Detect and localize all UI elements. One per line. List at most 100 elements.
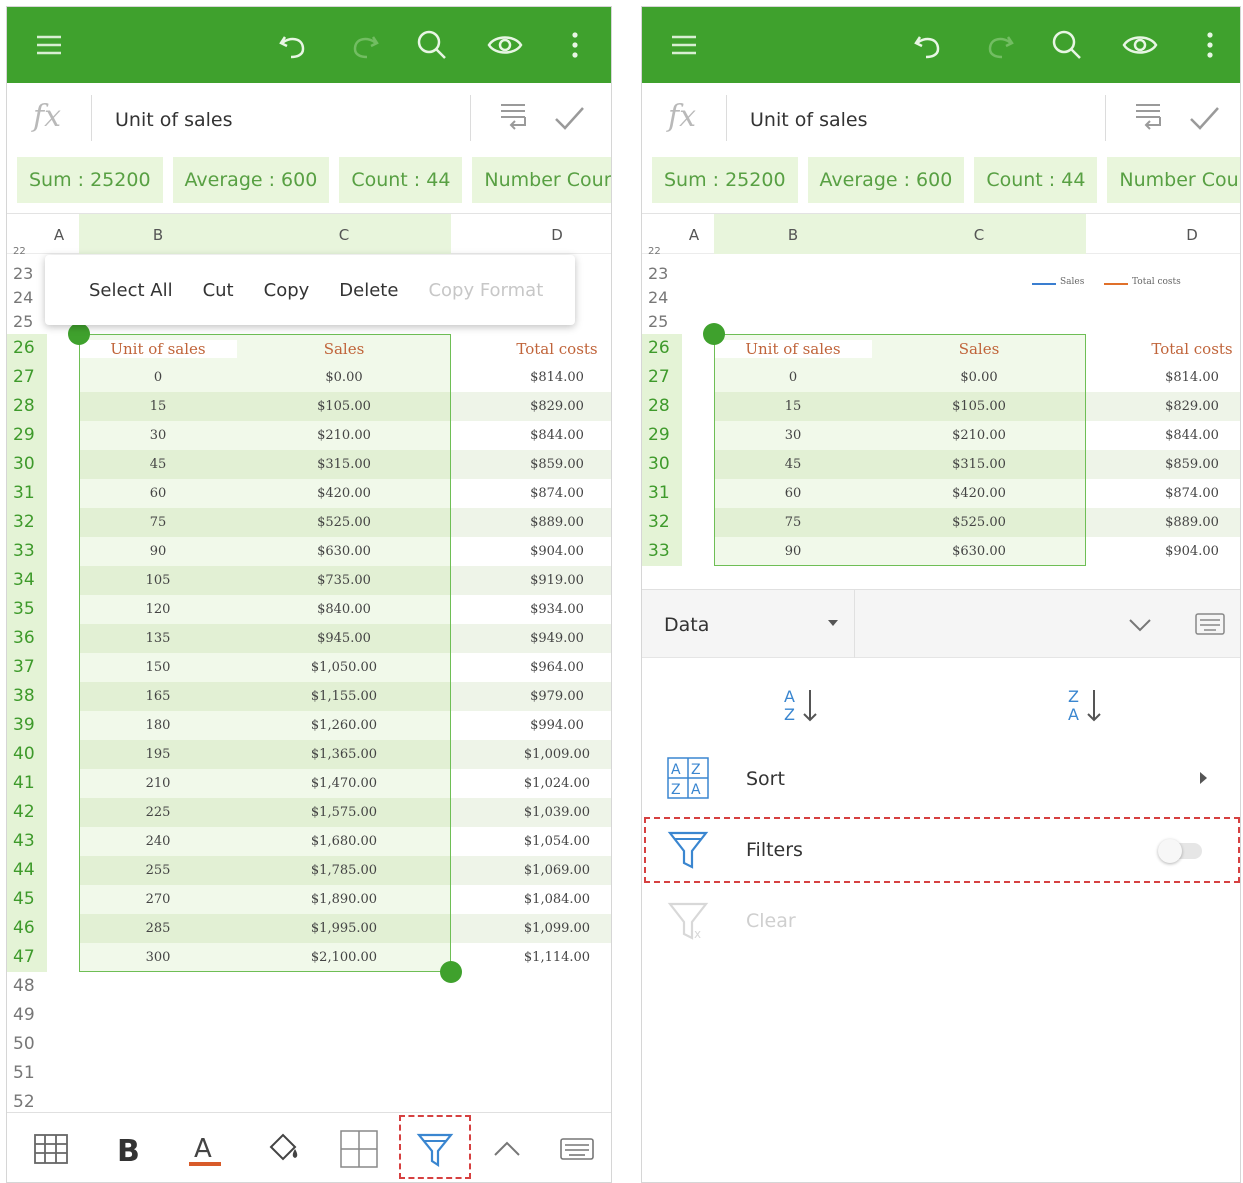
eye-icon[interactable] bbox=[1120, 25, 1160, 65]
row-number[interactable]: 31 bbox=[7, 479, 47, 508]
table-icon[interactable] bbox=[29, 1127, 73, 1171]
table-cell[interactable]: $1,069.00 bbox=[451, 863, 611, 878]
table-cell[interactable]: $904.00 bbox=[451, 544, 611, 559]
clear-option[interactable]: x Clear bbox=[642, 890, 1240, 954]
table-cell[interactable]: $934.00 bbox=[451, 602, 611, 617]
table-cell[interactable]: $964.00 bbox=[451, 660, 611, 675]
table-cell[interactable]: $814.00 bbox=[1086, 370, 1240, 385]
row-number[interactable]: 39 bbox=[7, 711, 47, 740]
sort-option[interactable]: AZZA Sort bbox=[642, 748, 1240, 812]
column-header-a[interactable]: A bbox=[47, 226, 71, 244]
row-number[interactable]: 44 bbox=[7, 856, 47, 885]
filters-toggle[interactable] bbox=[1158, 839, 1206, 863]
table-cell[interactable]: $829.00 bbox=[451, 399, 611, 414]
table-cell[interactable]: $949.00 bbox=[451, 631, 611, 646]
row-number[interactable]: 45 bbox=[7, 885, 47, 914]
redo-icon[interactable] bbox=[345, 25, 385, 65]
row-number[interactable]: 25 bbox=[7, 310, 47, 334]
more-vertical-icon[interactable] bbox=[1190, 25, 1230, 65]
stat-number-count[interactable]: Number Count bbox=[472, 157, 611, 203]
table-cell[interactable]: $844.00 bbox=[451, 428, 611, 443]
fill-color-icon[interactable] bbox=[261, 1127, 305, 1171]
undo-icon[interactable] bbox=[273, 25, 313, 65]
row-number[interactable]: 22 bbox=[642, 247, 682, 257]
row-number[interactable]: 30 bbox=[642, 450, 682, 479]
table-cell[interactable]: $994.00 bbox=[451, 718, 611, 733]
column-header-b[interactable]: B bbox=[79, 226, 237, 244]
menu-delete[interactable]: Delete bbox=[339, 280, 398, 301]
row-number[interactable]: 43 bbox=[7, 827, 47, 856]
row-number[interactable]: 31 bbox=[642, 479, 682, 508]
table-cell[interactable]: $1,039.00 bbox=[451, 805, 611, 820]
row-number[interactable]: 41 bbox=[7, 769, 47, 798]
formula-input[interactable]: Unit of sales bbox=[750, 109, 867, 131]
row-number[interactable]: 33 bbox=[642, 537, 682, 566]
row-number[interactable]: 29 bbox=[642, 421, 682, 450]
confirm-check-icon[interactable] bbox=[552, 101, 586, 135]
table-cell[interactable]: $814.00 bbox=[451, 370, 611, 385]
sheet-grid[interactable]: A B C D Sales Total costs 22 23 24 25 26 Unit… bbox=[642, 213, 1240, 589]
menu-icon[interactable] bbox=[29, 25, 69, 65]
row-number[interactable]: 24 bbox=[642, 286, 682, 310]
table-cell[interactable]: $919.00 bbox=[451, 573, 611, 588]
column-header-c[interactable]: C bbox=[872, 226, 1086, 244]
search-icon[interactable] bbox=[1047, 25, 1087, 65]
row-number[interactable]: 32 bbox=[642, 508, 682, 537]
data-dropdown[interactable]: Data bbox=[664, 614, 709, 636]
selection-handle-start[interactable] bbox=[68, 323, 90, 345]
table-cell[interactable]: $1,054.00 bbox=[451, 834, 611, 849]
table-cell[interactable]: $1,009.00 bbox=[451, 747, 611, 762]
chevron-down-icon[interactable] bbox=[1126, 610, 1154, 638]
row-number[interactable]: 40 bbox=[7, 740, 47, 769]
row-number[interactable]: 29 bbox=[7, 421, 47, 450]
selection-handle-end[interactable] bbox=[440, 961, 462, 983]
stat-average[interactable]: Average : 600 bbox=[807, 157, 965, 203]
column-header-c[interactable]: C bbox=[237, 226, 451, 244]
stat-number-count[interactable]: Number Count bbox=[1107, 157, 1240, 203]
row-number[interactable]: 37 bbox=[7, 653, 47, 682]
row-number[interactable]: 48 bbox=[7, 972, 47, 1001]
row-number[interactable]: 22 bbox=[7, 247, 47, 257]
table-cell[interactable]: $904.00 bbox=[1086, 544, 1240, 559]
table-cell[interactable]: $1,084.00 bbox=[451, 892, 611, 907]
more-vertical-icon[interactable] bbox=[555, 25, 595, 65]
stat-average[interactable]: Average : 600 bbox=[172, 157, 330, 203]
row-number[interactable]: 27 bbox=[642, 363, 682, 392]
row-number[interactable]: 51 bbox=[7, 1059, 47, 1088]
sheet-grid[interactable]: A B C D 22 23 24 25 26 Unit of sales Sales Tota… bbox=[7, 213, 611, 1113]
dropdown-caret-icon[interactable] bbox=[828, 620, 838, 626]
sort-ascending-icon[interactable]: AZ bbox=[780, 682, 828, 730]
selection-handle-start[interactable] bbox=[703, 323, 725, 345]
stat-sum[interactable]: Sum : 25200 bbox=[17, 157, 163, 203]
row-number[interactable]: 26 bbox=[642, 334, 682, 363]
table-cell[interactable]: $889.00 bbox=[451, 515, 611, 530]
row-number[interactable]: 49 bbox=[7, 1001, 47, 1030]
column-header-d[interactable]: D bbox=[451, 226, 611, 244]
row-number[interactable]: 32 bbox=[7, 508, 47, 537]
confirm-check-icon[interactable] bbox=[1187, 101, 1221, 135]
font-color-icon[interactable]: A bbox=[183, 1127, 227, 1171]
table-header-cell[interactable]: Total costs bbox=[1086, 340, 1240, 358]
stat-count[interactable]: Count : 44 bbox=[974, 157, 1098, 203]
table-cell[interactable]: $889.00 bbox=[1086, 515, 1240, 530]
row-number[interactable]: 25 bbox=[642, 310, 682, 334]
filters-option[interactable]: Filters bbox=[642, 819, 1240, 883]
table-cell[interactable]: $859.00 bbox=[451, 457, 611, 472]
table-cell[interactable]: $1,114.00 bbox=[451, 950, 611, 965]
row-number[interactable]: 26 bbox=[7, 334, 47, 363]
row-number[interactable]: 50 bbox=[7, 1030, 47, 1059]
column-header-b[interactable]: B bbox=[714, 226, 872, 244]
row-number[interactable]: 28 bbox=[7, 392, 47, 421]
menu-copy-format[interactable]: Copy Format bbox=[428, 280, 543, 301]
row-number[interactable]: 28 bbox=[642, 392, 682, 421]
row-number[interactable]: 23 bbox=[7, 262, 47, 286]
undo-icon[interactable] bbox=[908, 25, 948, 65]
menu-icon[interactable] bbox=[664, 25, 704, 65]
row-number[interactable]: 42 bbox=[7, 798, 47, 827]
row-number[interactable]: 35 bbox=[7, 595, 47, 624]
row-number[interactable]: 34 bbox=[7, 566, 47, 595]
wrap-text-icon[interactable] bbox=[495, 99, 531, 135]
redo-icon[interactable] bbox=[980, 25, 1020, 65]
row-number[interactable]: 38 bbox=[7, 682, 47, 711]
chevron-up-icon[interactable] bbox=[485, 1127, 529, 1171]
